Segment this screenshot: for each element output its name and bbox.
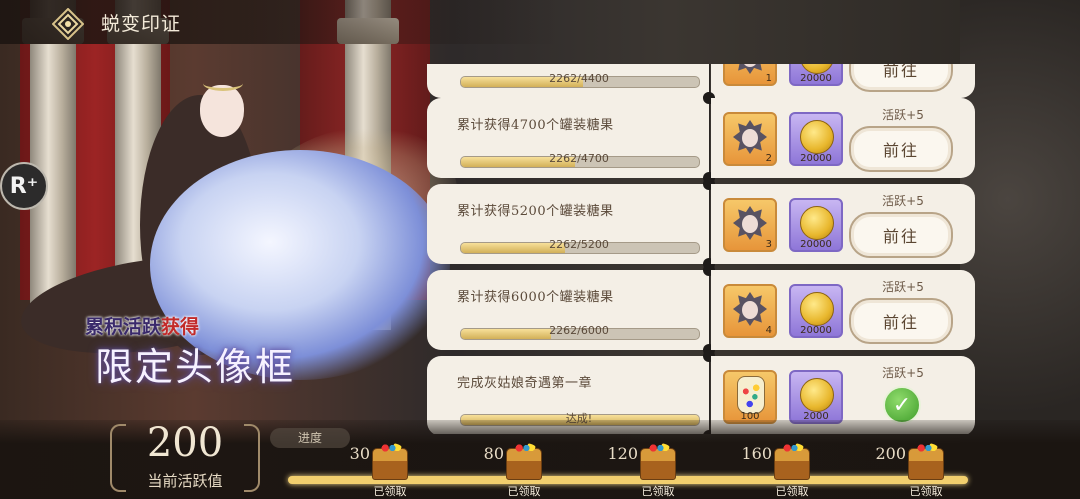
task-info: 累计获得5200个罐装糖果 2262/5200 xyxy=(427,184,709,264)
task-card: 累计获得4700个罐装糖果 2262/4700 2 20000 活跃+5 前往 xyxy=(427,92,977,184)
avatar-frame-reward[interactable]: 3 xyxy=(723,198,777,252)
avatar-frame-icon xyxy=(733,64,767,74)
reward-count: 2 xyxy=(765,153,772,164)
total-activity-label: 当前活跃值 xyxy=(147,472,223,490)
coin-icon xyxy=(800,206,834,240)
avatar-frame-reward[interactable]: 2 xyxy=(723,112,777,166)
task-card: 累计获得6000个罐装糖果 2262/6000 4 20000 活跃+5 前往 xyxy=(427,264,977,356)
task-rewards: 2 20000 活跃+5 前往 xyxy=(711,98,975,178)
task-rewards: 4 20000 活跃+5 前往 xyxy=(711,270,975,350)
treasure-chest-icon xyxy=(774,443,810,480)
coin-icon xyxy=(800,378,834,412)
task-progress-text: 2262/4400 xyxy=(549,72,609,85)
task-name: 完成灰姑娘奇遇第一章 xyxy=(457,376,593,391)
milestone-claimed-label: 已领取 xyxy=(507,485,541,498)
top-header: 蜕变印证 xyxy=(0,0,560,44)
task-progress-text: 2262/5200 xyxy=(549,238,609,251)
go-button[interactable]: 前往 xyxy=(849,126,953,172)
milestone-reward[interactable]: 200 已领取 xyxy=(866,440,946,498)
milestone-claimed-label: 已领取 xyxy=(373,485,407,498)
reward-count: 20000 xyxy=(800,239,832,250)
reward-count: 20000 xyxy=(800,325,832,336)
activity-points: 活跃+5 xyxy=(882,108,924,122)
coin-icon xyxy=(800,292,834,326)
go-button[interactable]: 前往 xyxy=(849,64,953,92)
treasure-chest-icon xyxy=(908,443,944,480)
avatar-frame-icon xyxy=(733,292,767,326)
milestone-value: 160 xyxy=(741,444,772,463)
avatar-frame-reward[interactable]: 1 xyxy=(723,64,777,86)
task-name: 累计获得4700个罐装糖果 xyxy=(457,118,614,133)
avatar-frame-icon xyxy=(733,120,767,154)
milestone-reward[interactable]: 80 已领取 xyxy=(464,440,544,498)
treasure-chest-icon xyxy=(506,443,542,480)
activity-points: 活跃+5 xyxy=(882,194,924,208)
avatar-frame-icon xyxy=(733,206,767,240)
milestone-claimed-label: 已领取 xyxy=(641,485,675,498)
reward-count: 20000 xyxy=(800,73,832,84)
task-info: 2262/4400 xyxy=(427,64,709,98)
task-info: 累计获得6000个罐装糖果 2262/6000 xyxy=(427,270,709,350)
reward-count: 4 xyxy=(765,325,772,336)
task-progress-text: 2262/4700 xyxy=(549,152,609,165)
go-button[interactable]: 前往 xyxy=(849,298,953,344)
r-plus-icon: R⁺ xyxy=(9,173,39,199)
reward-count: 3 xyxy=(765,239,772,250)
activity-points: 活跃+5 xyxy=(882,366,924,380)
milestone-reward[interactable]: 120 已领取 xyxy=(598,440,678,498)
reward-count: 1 xyxy=(765,73,772,84)
treasure-chest-icon xyxy=(640,443,676,480)
task-card: 2262/4400 1 20000 前往 xyxy=(427,64,977,104)
milestone-value: 80 xyxy=(483,444,504,463)
coin-reward[interactable]: 2000 xyxy=(789,370,843,424)
treasure-chest-icon xyxy=(372,443,408,480)
promo-subtitle: 累积活跃获得 xyxy=(85,312,199,339)
task-card: 累计获得5200个罐装糖果 2262/5200 3 20000 活跃+5 前往 xyxy=(427,178,977,270)
candy-jar-icon xyxy=(737,376,765,414)
candy-jar-reward[interactable]: 100 xyxy=(723,370,777,424)
coin-reward[interactable]: 20000 xyxy=(789,198,843,252)
coin-reward[interactable]: 20000 xyxy=(789,64,843,86)
task-rewards: 1 20000 前往 xyxy=(711,64,975,98)
task-name: 累计获得6000个罐装糖果 xyxy=(457,290,614,305)
milestone-value: 200 xyxy=(875,444,906,463)
task-info: 累计获得4700个罐装糖果 2262/4700 xyxy=(427,98,709,178)
milestone-reward[interactable]: 30 已领取 xyxy=(330,440,410,498)
reward-count: 20000 xyxy=(800,153,832,164)
promo-subtitle-text: 累积活跃 xyxy=(85,316,162,338)
task-rewards: 3 20000 活跃+5 前往 xyxy=(711,184,975,264)
avatar-frame-reward[interactable]: 4 xyxy=(723,284,777,338)
task-name: 累计获得5200个罐装糖果 xyxy=(457,204,614,219)
activity-points: 活跃+5 xyxy=(882,280,924,294)
promo-title: 限定头像框 xyxy=(95,345,296,389)
milestone-claimed-label: 已领取 xyxy=(909,485,943,498)
r-plus-button[interactable]: R⁺ xyxy=(0,162,48,210)
coin-reward[interactable]: 20000 xyxy=(789,284,843,338)
milestone-value: 30 xyxy=(349,444,370,463)
page-title: 蜕变印证 xyxy=(101,13,182,35)
milestone-reward[interactable]: 160 已领取 xyxy=(732,440,812,498)
promo-subtitle-highlight: 获得 xyxy=(161,316,200,338)
milestone-value: 120 xyxy=(607,444,638,463)
total-activity-value: 200 xyxy=(146,420,224,466)
task-list[interactable]: 2262/4400 1 20000 前往 累计获得4700个罐装糖果 2262/4700 2… xyxy=(427,64,980,434)
coin-icon xyxy=(800,120,834,154)
go-button[interactable]: 前往 xyxy=(849,212,953,258)
milestone-claimed-label: 已领取 xyxy=(775,485,809,498)
diamond-emblem-icon[interactable] xyxy=(52,8,84,40)
coin-reward[interactable]: 20000 xyxy=(789,112,843,166)
activity-total-panel: 200 当前活跃值 xyxy=(110,420,260,496)
completed-check-icon: ✓ xyxy=(883,386,921,424)
task-progress-text: 2262/6000 xyxy=(549,324,609,337)
